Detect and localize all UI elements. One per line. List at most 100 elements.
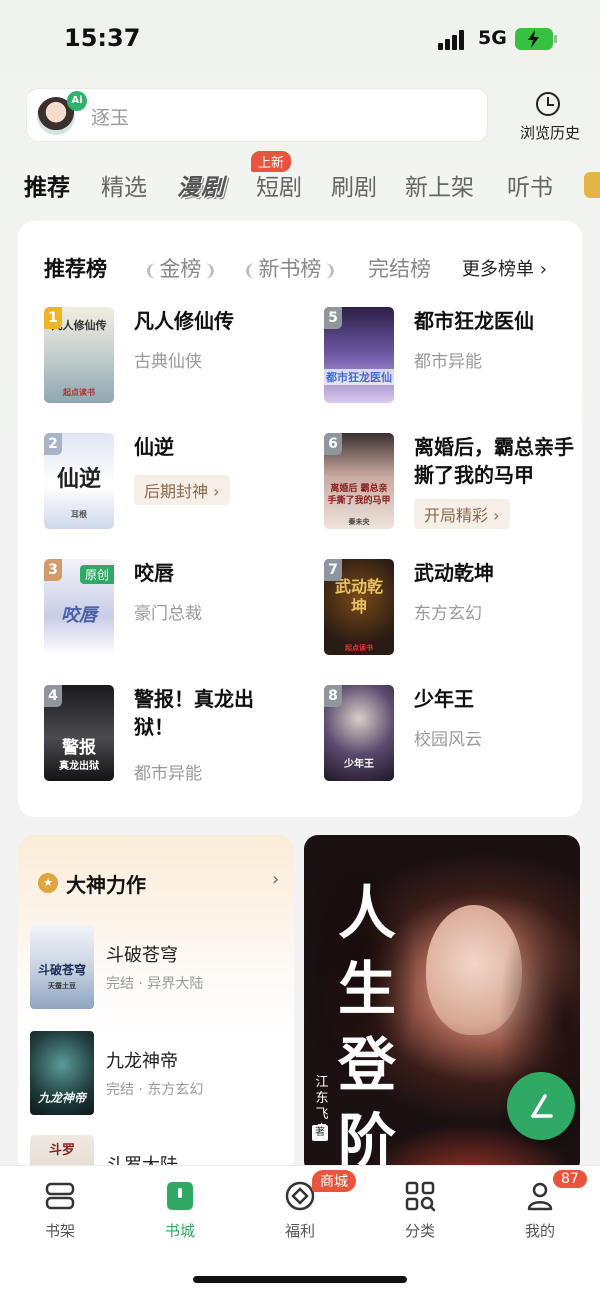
list-item[interactable]: 九龙神帝 九龙神帝 完结 · 东方玄幻 (30, 1031, 290, 1121)
pen-icon (531, 1094, 553, 1118)
ranking-tab-new[interactable]: 新书榜 (243, 253, 337, 283)
book-genre: 东方玄幻 (414, 604, 482, 624)
browse-history-button[interactable]: 浏览历史 (510, 88, 590, 146)
cover-title-text: 少年王 (344, 759, 374, 770)
book-cover: 咬唇 原创 3 (44, 559, 114, 655)
tab-audiobook[interactable]: 听书 (507, 168, 553, 202)
book-title: 警报！真龙出狱！ (134, 687, 254, 739)
home-indicator[interactable] (193, 1276, 407, 1283)
profile-icon (527, 1182, 553, 1211)
tab-browse-drama[interactable]: 刷剧 (331, 168, 377, 202)
rank-number: 5 (324, 307, 342, 329)
ranking-item[interactable]: 少年王 8 少年王 校园风云 (324, 685, 584, 789)
book-title: 九龙神帝 (106, 1051, 178, 1072)
chevron-right-icon[interactable]: › (272, 869, 279, 890)
cover-author: 耳根 (71, 510, 87, 519)
cover-publisher: 起点读书 (345, 644, 373, 652)
nav-category[interactable]: 分类 (370, 1176, 470, 1246)
list-item[interactable]: 斗破苍穹 天蚕土豆 斗破苍穹 完结 · 异界大陆 (30, 925, 290, 1015)
write-button[interactable] (507, 1072, 575, 1140)
bookstore-icon (167, 1182, 193, 1210)
book-meta: 完结 · 异界大陆 (106, 976, 204, 992)
category-tabs: 推荐 精选 漫剧 上新 短剧 刷剧 新上架 听书 (22, 151, 600, 204)
book-title: 仙逆 (134, 435, 174, 459)
ranking-tab-gold[interactable]: 金榜 (144, 253, 217, 283)
nav-label: 书城 (164, 1222, 195, 1240)
search-placeholder: 逐玉 (91, 107, 130, 129)
book-title: 离婚后，霸总亲手撕了我的马甲 (414, 435, 574, 487)
cover-title-text: 九龙神帝 (37, 1091, 86, 1105)
ranking-item[interactable]: 武动乾坤 起点读书 7 武动乾坤 东方玄幻 (324, 559, 584, 663)
nav-label: 我的 (524, 1222, 555, 1240)
cover-author: 秦未央 (348, 518, 370, 526)
tab-manju[interactable]: 漫剧 (177, 168, 225, 202)
cover-author: 天蚕土豆 (48, 982, 76, 990)
rank-number: 4 (44, 685, 62, 707)
ai-badge: Ai (67, 91, 87, 111)
mall-badge: 商城 (312, 1170, 356, 1192)
nav-label: 福利 (284, 1222, 315, 1240)
ranking-item[interactable]: 咬唇 原创 3 咬唇 豪门总裁 (44, 559, 304, 663)
ranking-item[interactable]: 凡人修仙传 起点读书 1 凡人修仙传 古典仙侠 (44, 307, 304, 411)
cover-subtitle-text: 真龙出狱 (59, 761, 99, 772)
cover-title-text: 仙逆 (56, 466, 101, 492)
original-badge: 原创 (79, 565, 114, 584)
rank-number: 2 (44, 433, 62, 455)
book-meta: 完结 · 东方玄幻 (106, 1082, 204, 1098)
nav-label: 书架 (44, 1222, 75, 1240)
cover-title-text: 离婚后 霸总亲手撕了我的马甲 (327, 484, 391, 506)
more-rankings-link[interactable]: 更多榜单 › (462, 255, 547, 281)
rank-number: 7 (324, 559, 342, 581)
book-cover: 九龙神帝 (30, 1031, 94, 1115)
cover-title-text: 咬唇 (61, 605, 97, 626)
book-genre: 都市异能 (134, 764, 202, 784)
book-cover: 武动乾坤 起点读书 7 (324, 559, 394, 655)
book-title: 咬唇 (134, 561, 174, 585)
book-cover: 少年王 8 (324, 685, 394, 781)
tab-featured[interactable]: 精选 (101, 168, 147, 202)
book-tag[interactable]: 开局精彩 › (414, 499, 510, 529)
cover-title-text: 武动乾坤 (334, 577, 383, 616)
status-bar: 15:37 5G (0, 0, 600, 80)
book-tag[interactable]: 后期封神 › (134, 475, 230, 505)
tab-recommend[interactable]: 推荐 (24, 168, 70, 202)
ranking-tab-completed[interactable]: 完结榜 (368, 253, 431, 283)
ranking-item[interactable]: 都市狂龙医仙 5 都市狂龙医仙 都市异能 (324, 307, 584, 411)
book-cover: 仙逆 耳根 2 (44, 433, 114, 529)
nav-bookshelf[interactable]: 书架 (10, 1176, 110, 1246)
status-time: 15:37 (64, 24, 141, 52)
more-rankings-label: 更多榜单 (462, 259, 534, 280)
book-cover: 都市狂龙医仙 5 (324, 307, 394, 403)
book-title: 斗破苍穹 (106, 945, 178, 966)
book-title: 少年王 (414, 687, 474, 711)
book-genre: 豪门总裁 (134, 604, 202, 624)
more-tab-icon[interactable] (584, 172, 600, 198)
book-title: 都市狂龙医仙 (414, 309, 534, 333)
rank-number: 3 (44, 559, 62, 581)
book-tag-label: 开局精彩 (424, 506, 489, 525)
rank-number: 1 (44, 307, 62, 329)
book-genre: 校园风云 (414, 730, 482, 750)
ranking-item[interactable]: 仙逆 耳根 2 仙逆 后期封神 › (44, 433, 304, 537)
nav-bookstore[interactable]: 书城 (130, 1176, 230, 1246)
cover-publisher: 起点读书 (63, 388, 95, 397)
tab-short-drama[interactable]: 短剧 (256, 168, 302, 202)
category-grid-icon (405, 1181, 436, 1212)
notification-badge: 87 (553, 1170, 587, 1188)
book-tag-label: 后期封神 (144, 482, 209, 501)
ranking-tab-recommend[interactable]: 推荐榜 (44, 253, 107, 283)
book-title: 凡人修仙传 (134, 309, 234, 333)
ranking-item[interactable]: 警报 真龙出狱 4 警报！真龙出狱！ 都市异能 (44, 685, 304, 789)
rank-number: 8 (324, 685, 342, 707)
nav-label: 分类 (404, 1222, 435, 1240)
rank-number: 6 (324, 433, 342, 455)
book-cover: 斗破苍穹 天蚕土豆 (30, 925, 94, 1009)
tab-new-arrivals[interactable]: 新上架 (405, 168, 474, 202)
cover-title-text: 警报 (62, 738, 96, 758)
signal-icon (438, 30, 470, 50)
book-title: 武动乾坤 (414, 561, 494, 585)
master-works-card[interactable]: ★ 大神力作 › 斗破苍穹 天蚕土豆 斗破苍穹 完结 · 异界大陆 九龙神帝 九… (18, 835, 294, 1175)
search-input[interactable]: Ai 逐玉 (26, 88, 488, 142)
ranking-item[interactable]: 离婚后 霸总亲手撕了我的马甲 秦未央 6 离婚后，霸总亲手撕了我的马甲 开局精彩… (324, 433, 584, 537)
book-cover: 离婚后 霸总亲手撕了我的马甲 秦未央 6 (324, 433, 394, 529)
